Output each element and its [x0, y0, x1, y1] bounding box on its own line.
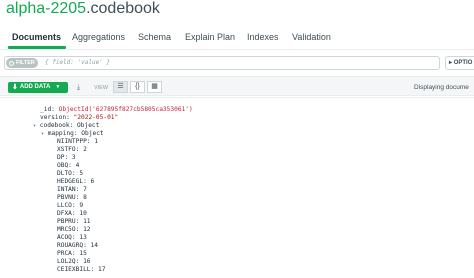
- mapping-entry: INTAN: 7: [57, 186, 87, 193]
- id-value: ObjectId('627895f827cb5805ca353061'): [58, 106, 193, 113]
- chevron-down-icon: ▾: [33, 123, 37, 129]
- filter-input[interactable]: FILTER { field: 'value' }: [4, 56, 440, 70]
- add-data-label: ADD DATA: [19, 84, 51, 90]
- tab-validation[interactable]: Validation: [292, 32, 331, 42]
- filter-toggle-icon: [9, 60, 14, 66]
- document-toolbar: ⬇ ADD DATA ▼ ⤓ VIEW ☰ {} ▦ Displaying docu…: [0, 76, 474, 96]
- collection-title: alpha-2205.codebook: [6, 0, 160, 18]
- mapping-entry: CEIEXBILL: 17: [57, 266, 106, 273]
- version-field: version: "2022-05-01": [40, 114, 119, 121]
- mapping-entry: HEDGEGL: 6: [57, 178, 95, 185]
- filter-tag: FILTER: [6, 58, 38, 68]
- mapping-entry: LOL2Q: 16: [57, 258, 91, 265]
- json-view-icon[interactable]: {}: [130, 81, 145, 93]
- mapping-entry: PBVNU: 8: [57, 194, 87, 201]
- table-view-icon[interactable]: ▦: [147, 81, 162, 93]
- tab-bar: Documents Aggregations Schema Explain Pl…: [0, 28, 474, 50]
- mapping-entry: DP: 3: [57, 154, 76, 161]
- view-label: VIEW: [94, 85, 109, 91]
- mapping-entry: NIINTPPP: 1: [57, 138, 98, 145]
- list-view-icon[interactable]: ☰: [113, 81, 128, 93]
- mapping-entry: PBPRU: 11: [57, 218, 91, 225]
- mapping-entry: DFXA: 10: [57, 210, 87, 217]
- id-field: _id: ObjectId('627895f827cb5805ca353061'…: [40, 106, 193, 113]
- displaying-count: Displaying docume: [414, 84, 469, 91]
- mapping-entry: ACOQ: 13: [57, 234, 87, 241]
- tab-explain-plan[interactable]: Explain Plan: [185, 32, 235, 42]
- tab-schema[interactable]: Schema: [138, 32, 171, 42]
- filter-tag-label: FILTER: [16, 60, 35, 66]
- chevron-down-icon: ▼: [55, 84, 61, 90]
- export-icon[interactable]: ⤓: [77, 82, 80, 93]
- database-name: alpha-2205: [6, 0, 87, 17]
- mapping-entry: OBQ: 4: [57, 162, 80, 169]
- mapping-field[interactable]: ▾ mapping: Object: [41, 130, 104, 138]
- options-label: OPTIO: [453, 60, 473, 66]
- options-button[interactable]: ▸ OPTIO: [445, 56, 474, 70]
- filter-placeholder: { field: 'value' }: [45, 59, 111, 66]
- tab-indexes[interactable]: Indexes: [247, 32, 279, 42]
- mapping-entry: PRCA: 15: [57, 250, 87, 257]
- tab-documents[interactable]: Documents: [12, 32, 61, 42]
- document-card: _id: ObjectId('627895f827cb5805ca353061'…: [0, 97, 474, 278]
- filter-bar: FILTER { field: 'value' } ▸ OPTIO: [0, 55, 474, 71]
- mapping-entry: DLTO: 5: [57, 170, 84, 177]
- tab-aggregations[interactable]: Aggregations: [72, 32, 125, 42]
- mapping-entry: ROUAGRQ: 14: [57, 242, 98, 249]
- add-data-button[interactable]: ⬇ ADD DATA ▼: [8, 82, 68, 93]
- collection-name: .codebook: [86, 0, 160, 17]
- mapping-entry: MRC5O: 12: [57, 226, 91, 233]
- mapping-entry: LLCO: 9: [57, 202, 84, 209]
- chevron-down-icon: ▾: [41, 131, 45, 137]
- download-icon: ⬇: [12, 84, 18, 91]
- mapping-entry: XSTFO: 2: [57, 146, 87, 153]
- version-value: "2022-05-01": [73, 114, 119, 121]
- active-tab-indicator: [8, 46, 66, 49]
- codebook-field[interactable]: ▾ codebook: Object: [33, 122, 99, 130]
